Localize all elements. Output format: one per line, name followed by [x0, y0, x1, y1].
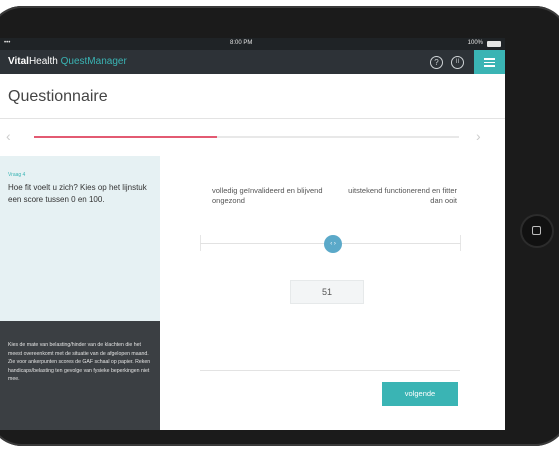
signal-icon: ••• [4, 40, 11, 46]
slider-handle[interactable]: ‹ › [324, 235, 343, 253]
chevron-left-icon[interactable]: ‹ [6, 128, 11, 144]
slider-max-label: uitstekend functionerend en fitter dan o… [348, 186, 457, 205]
home-square-icon [532, 226, 541, 235]
question-panel: Vraag 4 Hoe fit voelt u zich? Kies op he… [0, 156, 160, 430]
battery-icon [487, 41, 501, 47]
page-title: Questionnaire [8, 88, 108, 105]
status-time: 8:00 PM [230, 40, 253, 46]
battery-percent: 100% [467, 40, 483, 46]
title-bar: Questionnaire [0, 74, 505, 119]
question-text: Hoe fit voelt u zich? Kies op het lijnst… [8, 183, 147, 204]
tablet-screen: ••• 8:00 PM 100% VitalHealth QuestManage… [0, 38, 505, 430]
app-header: VitalHealth QuestManager ? II [0, 50, 505, 74]
divider [200, 370, 460, 371]
menu-button[interactable] [474, 50, 505, 74]
info-text: Kies de mate van belasting/hinder van de… [8, 342, 151, 382]
progress-fill [34, 136, 217, 138]
hamburger-icon [484, 58, 495, 60]
answer-panel: volledig geïnvalideerd en blijvend ongez… [160, 156, 505, 430]
progress-bar [34, 136, 459, 138]
chevron-right-icon[interactable]: › [476, 128, 481, 144]
progress-row: ‹ › [0, 119, 505, 155]
home-button[interactable] [522, 216, 552, 246]
score-value: 51 [290, 280, 364, 304]
brand-logo: VitalHealth QuestManager [8, 56, 127, 67]
help-icon[interactable]: ? [430, 56, 443, 69]
pause-icon[interactable]: II [451, 56, 464, 69]
info-box: Kies de mate van belasting/hinder van de… [0, 321, 160, 430]
slider-min-label: volledig geïnvalideerd en blijvend ongez… [212, 186, 323, 205]
question-label: Vraag 4 [8, 172, 26, 178]
next-button[interactable]: volgende [382, 382, 458, 406]
status-bar: ••• 8:00 PM 100% [0, 38, 505, 50]
